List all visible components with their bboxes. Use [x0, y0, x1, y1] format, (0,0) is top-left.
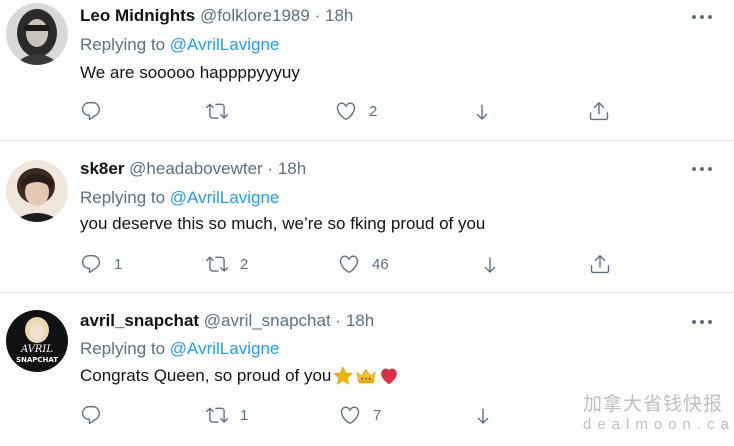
handle[interactable]: @folklore1989 [200, 6, 310, 25]
retweet-count: 1 [240, 406, 249, 424]
retweet-icon [206, 103, 228, 119]
watermark: 加拿大省钱快报 dealmoon.ca [583, 394, 733, 434]
heart-emoji [381, 368, 398, 385]
share-button[interactable] [479, 251, 501, 277]
watermark-domain: dealmoon.ca [583, 416, 734, 433]
upload-button[interactable] [589, 251, 611, 277]
retweet-icon [206, 407, 228, 423]
avatar[interactable] [6, 3, 68, 65]
reply-button[interactable] [80, 402, 102, 428]
tweet[interactable]: sk8er @headabovewter · 18h Replying to @… [0, 142, 734, 293]
share-button[interactable] [471, 98, 493, 124]
separator: · [314, 6, 321, 25]
like-button[interactable]: 2 [335, 98, 377, 124]
display-name[interactable]: Leo Midnights [80, 6, 195, 25]
tweet-text: Congrats Queen, so proud of you [80, 366, 332, 385]
tweet-actions: 1 2 46 [80, 251, 640, 277]
tweet[interactable]: Leo Midnights @folklore1989 · 18h Replyi… [0, 0, 734, 141]
star-emoji [333, 366, 354, 385]
like-count: 46 [372, 255, 389, 273]
avatar-logo-line-2: SNAPCHAT [16, 356, 58, 364]
tweet-header: Leo Midnights @folklore1989 · 18h [80, 5, 353, 27]
reply-icon [81, 406, 101, 425]
tweet-text-container: Congrats Queen, so proud of you [80, 365, 400, 387]
upload-button[interactable] [588, 98, 610, 124]
retweet-icon [206, 256, 228, 272]
share-button[interactable] [472, 402, 494, 428]
reply-button[interactable] [80, 98, 102, 124]
like-count: 7 [373, 406, 382, 424]
crown-emoji [356, 369, 376, 384]
upload-icon [590, 255, 610, 274]
tweet-text: you deserve this so much, we’re so fking… [80, 214, 486, 233]
share-icon [474, 104, 490, 120]
reply-icon [81, 102, 101, 121]
retweet-button[interactable]: 2 [206, 251, 248, 277]
mention-link[interactable]: @AvrilLavigne [170, 35, 280, 54]
like-button[interactable]: 7 [339, 402, 381, 428]
watermark-chinese: 加拿大省钱快报 [583, 394, 724, 415]
retweet-button[interactable]: 1 [206, 402, 248, 428]
like-count: 2 [369, 102, 378, 120]
avatar-logo-line-1: AVRIL [20, 344, 53, 355]
more-icon[interactable] [690, 13, 714, 21]
tweet-actions: 2 [80, 98, 640, 124]
reply-icon [81, 255, 101, 274]
replying-to-label: Replying to [80, 188, 166, 207]
upload-icon [589, 102, 609, 121]
avatar[interactable]: AVRIL SNAPCHAT [6, 310, 68, 372]
timestamp[interactable]: 18h [325, 6, 353, 25]
replying-to-label: Replying to [80, 339, 166, 358]
tweet-header: avril_snapchat @avril_snapchat · 18h [80, 310, 374, 332]
reply-count: 1 [114, 255, 123, 273]
tweet-header: sk8er @headabovewter · 18h [80, 158, 306, 180]
handle[interactable]: @headabovewter [129, 159, 263, 178]
more-icon[interactable] [690, 318, 714, 326]
replying-to: Replying to @AvrilLavigne [80, 34, 279, 56]
like-icon [339, 255, 359, 273]
handle[interactable]: @avril_snapchat [204, 311, 331, 330]
reply-button[interactable]: 1 [80, 251, 122, 277]
separator: · [335, 311, 342, 330]
share-icon [482, 257, 498, 273]
replying-to-label: Replying to [80, 35, 166, 54]
tweet-text: We are sooooo happppyyyuy [80, 63, 300, 82]
retweet-button[interactable] [206, 98, 228, 124]
more-icon[interactable] [690, 165, 714, 173]
timestamp[interactable]: 18h [346, 311, 374, 330]
tweet-actions: 1 7 [80, 402, 640, 428]
replying-to: Replying to @AvrilLavigne [80, 338, 279, 360]
replying-to: Replying to @AvrilLavigne [80, 187, 279, 209]
timestamp[interactable]: 18h [278, 159, 306, 178]
mention-link[interactable]: @AvrilLavigne [170, 188, 280, 207]
display-name[interactable]: sk8er [80, 159, 124, 178]
display-name[interactable]: avril_snapchat [80, 311, 199, 330]
mention-link[interactable]: @AvrilLavigne [170, 339, 280, 358]
retweet-count: 2 [240, 255, 249, 273]
share-icon [475, 408, 491, 424]
like-icon [340, 406, 360, 424]
avatar[interactable] [6, 160, 68, 222]
like-button[interactable]: 46 [338, 251, 389, 277]
like-icon [336, 102, 356, 120]
separator: · [267, 159, 274, 178]
